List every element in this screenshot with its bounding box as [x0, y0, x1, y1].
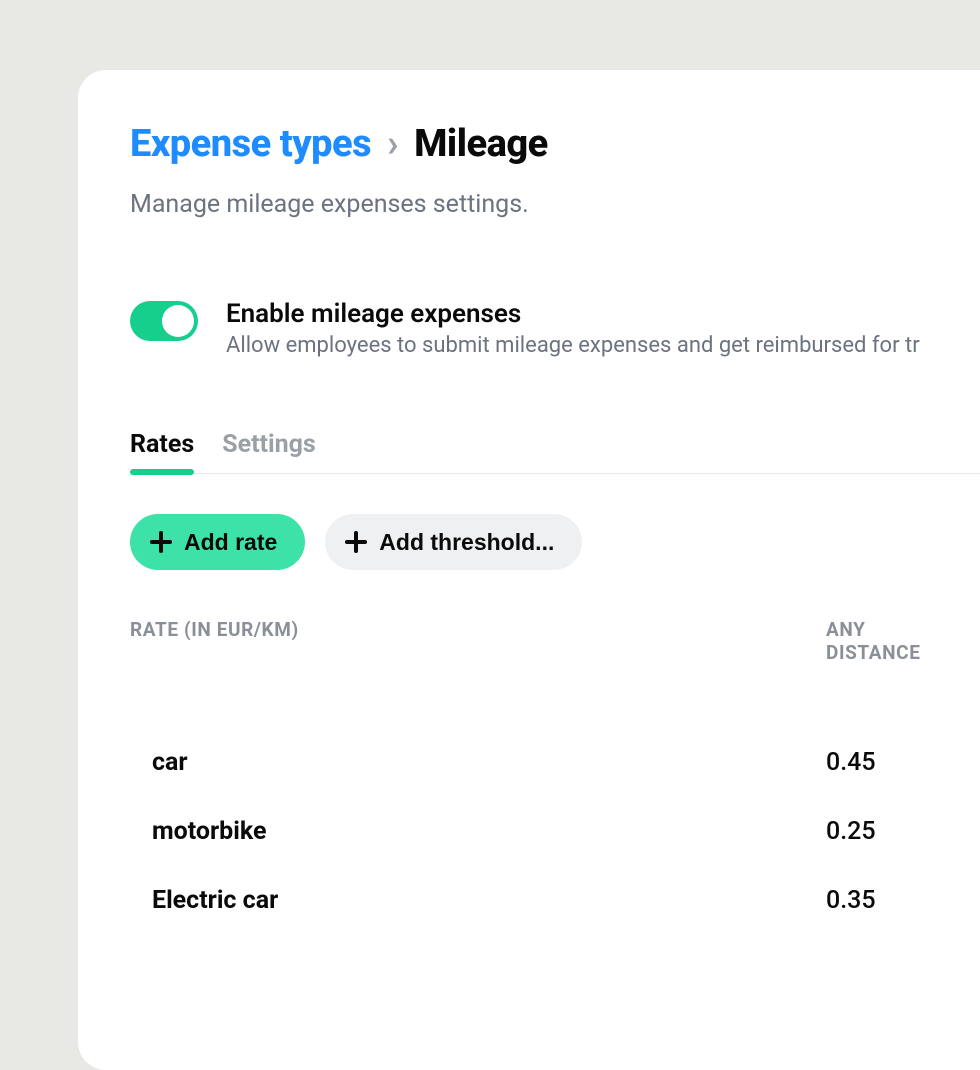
action-bar: Add rate Add threshold...: [130, 514, 980, 570]
add-threshold-button[interactable]: Add threshold...: [325, 514, 582, 570]
tabs: Rates Settings: [130, 430, 980, 474]
col-distance-header: ANY DISTANCE: [826, 618, 980, 664]
col-rate-header: RATE (IN EUR/KM): [130, 618, 826, 664]
enable-text: Enable mileage expenses Allow employees …: [226, 299, 980, 358]
enable-description: Allow employees to submit mileage expens…: [226, 333, 980, 358]
rate-value: 0.35: [826, 886, 980, 915]
breadcrumb-current: Mileage: [414, 122, 548, 166]
settings-card: Expense types › Mileage Manage mileage e…: [78, 70, 980, 1070]
rate-name: Electric car: [152, 886, 826, 915]
breadcrumb-parent[interactable]: Expense types: [130, 122, 371, 166]
add-threshold-label: Add threshold...: [379, 529, 554, 556]
add-rate-button[interactable]: Add rate: [130, 514, 305, 570]
tab-rates[interactable]: Rates: [130, 430, 194, 473]
table-row[interactable]: Electric car 0.35: [130, 866, 980, 935]
enable-row: Enable mileage expenses Allow employees …: [130, 299, 980, 358]
table-row[interactable]: motorbike 0.25: [130, 797, 980, 866]
table-header: RATE (IN EUR/KM) ANY DISTANCE: [130, 618, 980, 664]
rate-value: 0.25: [826, 817, 980, 846]
add-rate-label: Add rate: [184, 529, 277, 556]
rates-table: RATE (IN EUR/KM) ANY DISTANCE car 0.45 m…: [130, 618, 980, 935]
table-row[interactable]: car 0.45: [130, 728, 980, 797]
page-subtitle: Manage mileage expenses settings.: [130, 190, 980, 219]
chevron-right-icon: ›: [387, 122, 398, 166]
enable-toggle[interactable]: [130, 301, 198, 341]
rate-name: car: [152, 748, 826, 777]
enable-title: Enable mileage expenses: [226, 299, 980, 329]
rate-value: 0.45: [826, 748, 980, 777]
toggle-knob: [162, 305, 194, 337]
tab-settings[interactable]: Settings: [222, 430, 316, 473]
col-distance-header-line2: DISTANCE: [826, 641, 980, 664]
plus-icon: [345, 531, 367, 553]
col-distance-header-line1: ANY: [826, 618, 980, 641]
breadcrumb: Expense types › Mileage: [130, 122, 980, 166]
plus-icon: [150, 531, 172, 553]
table-body: car 0.45 motorbike 0.25 Electric car 0.3…: [130, 728, 980, 935]
rate-name: motorbike: [152, 817, 826, 846]
